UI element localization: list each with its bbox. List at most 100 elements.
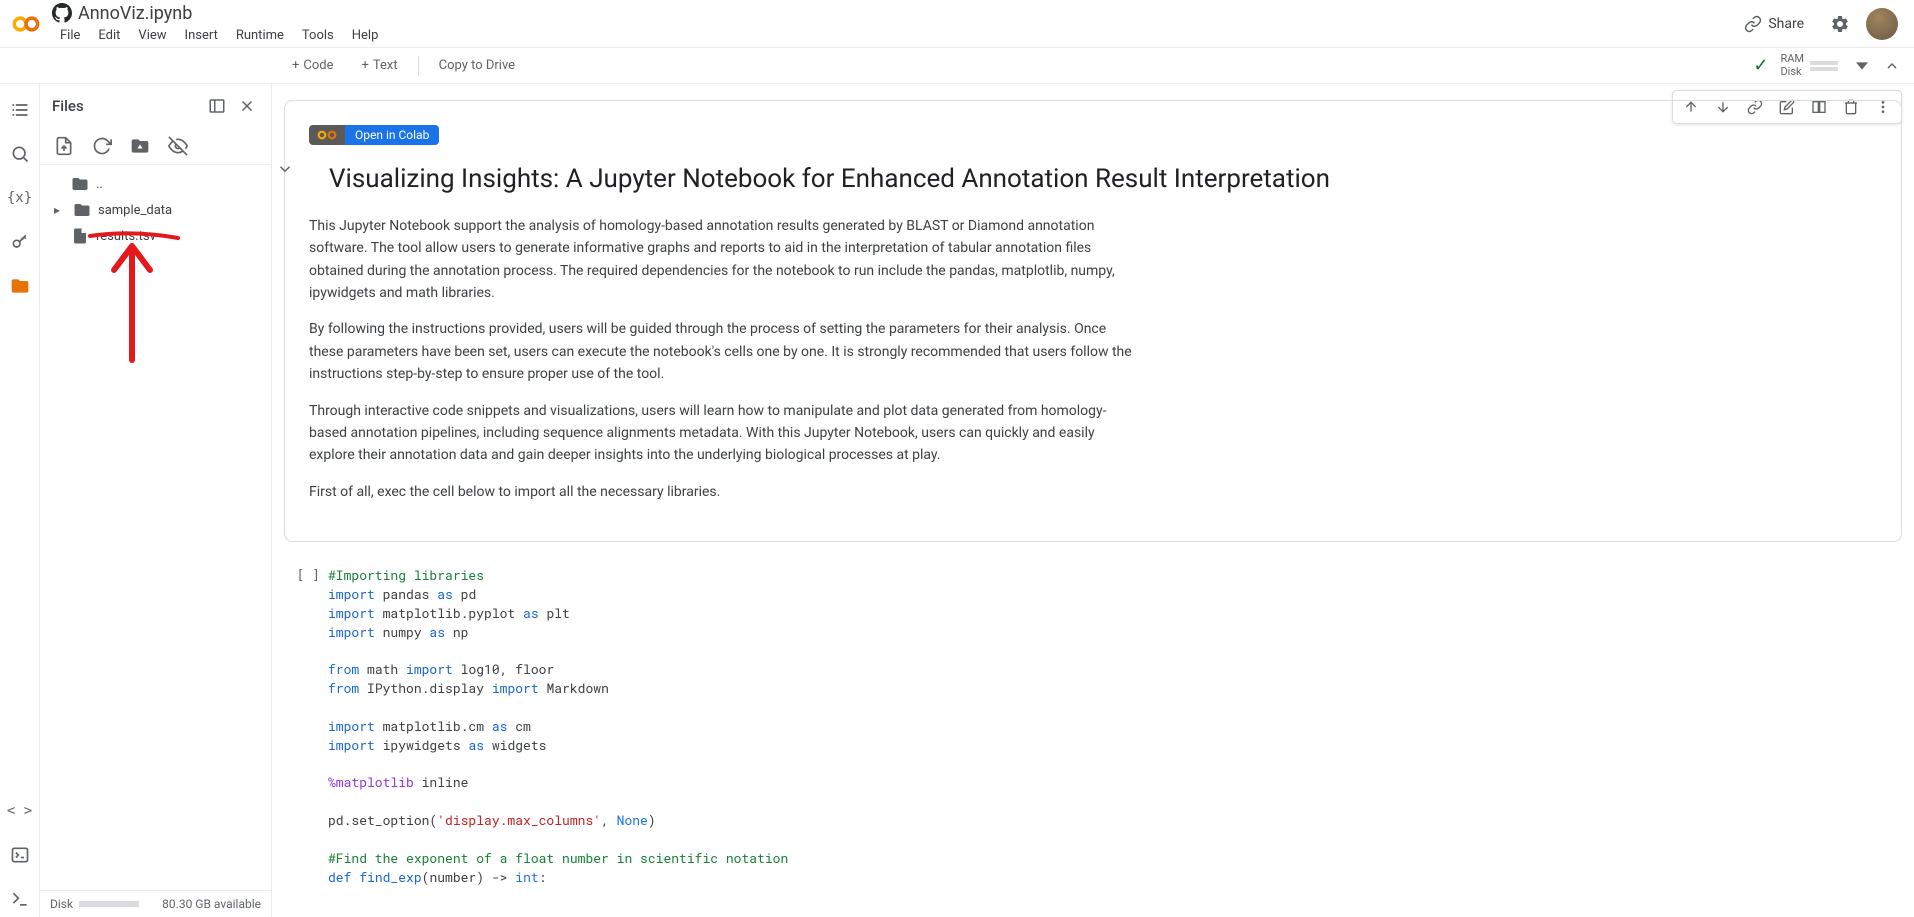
file-icon (70, 227, 90, 245)
secrets-button[interactable] (2, 224, 38, 260)
terminal-button[interactable] (2, 881, 38, 917)
share-button[interactable]: Share (1734, 9, 1814, 39)
gear-icon (1830, 14, 1850, 34)
text-label: Text (373, 58, 398, 73)
resource-bars (1810, 61, 1838, 71)
menu-bar: File Edit View Insert Runtime Tools Help (52, 26, 1734, 45)
open-in-colab-badge[interactable]: Open in Colab (309, 125, 439, 145)
execution-gutter[interactable]: [ ] (292, 566, 328, 894)
list-icon (10, 100, 30, 120)
chevron-up-icon (1884, 58, 1900, 74)
upload-file-button[interactable] (54, 136, 74, 156)
variables-button[interactable]: {x} (2, 180, 38, 216)
markdown-content: Visualizing Insights: A Jupyter Notebook… (309, 163, 1877, 503)
add-text-button[interactable]: + Text (354, 54, 406, 77)
folder-icon (70, 175, 90, 193)
connection-menu-button[interactable] (1850, 48, 1874, 84)
toolbar: + Code + Text Copy to Drive ✓ RAM Disk (0, 48, 1914, 84)
copy-drive-label: Copy to Drive (439, 58, 515, 73)
folder-icon (10, 276, 30, 296)
file-item-parent[interactable]: .. (40, 171, 271, 197)
refresh-button[interactable] (92, 136, 112, 156)
disk-available: 80.30 GB available (162, 897, 261, 911)
close-icon (238, 97, 256, 115)
menu-edit[interactable]: Edit (90, 26, 128, 45)
notebook-area[interactable]: Open in Colab Visualizing Insights: A Ju… (272, 84, 1914, 917)
settings-button[interactable] (1822, 6, 1858, 42)
chevron-down-icon (276, 160, 294, 178)
command-palette-button[interactable] (2, 837, 38, 873)
toc-button[interactable] (2, 92, 38, 128)
eye-off-icon (168, 136, 188, 156)
left-rail: {x} < > (0, 84, 40, 917)
file-label: .. (96, 177, 103, 192)
terminal-square-icon (10, 845, 30, 865)
colab-badge-text: Open in Colab (345, 125, 439, 145)
disk-label: Disk (1780, 66, 1804, 78)
drive-icon (130, 136, 150, 156)
key-icon (10, 232, 30, 252)
markdown-cell[interactable]: Open in Colab Visualizing Insights: A Ju… (284, 100, 1902, 542)
hide-files-button[interactable] (168, 136, 188, 156)
menu-runtime[interactable]: Runtime (228, 26, 292, 45)
terminal-icon (10, 889, 30, 909)
colab-logo[interactable] (8, 6, 44, 42)
files-button[interactable] (2, 268, 38, 304)
share-label: Share (1768, 16, 1804, 32)
menu-view[interactable]: View (130, 26, 174, 45)
code-cell[interactable]: [ ] #Importing libraries import pandas a… (284, 558, 1902, 894)
title-area: AnnoViz.ipynb File Edit View Insert Runt… (52, 3, 1734, 45)
markdown-p1: This Jupyter Notebook support the analys… (309, 215, 1139, 305)
code-snippets-button[interactable]: < > (2, 793, 38, 829)
braces-icon: {x} (7, 190, 32, 206)
search-icon (10, 144, 30, 164)
file-item-sample-data[interactable]: ▸ sample_data (40, 197, 271, 223)
notebook-title[interactable]: AnnoViz.ipynb (78, 3, 192, 24)
collapse-toolbar-button[interactable] (1878, 48, 1906, 84)
colab-badge-logo (309, 125, 345, 145)
connected-check-icon: ✓ (1753, 55, 1768, 76)
collapse-section-button[interactable] (273, 157, 297, 181)
markdown-p4: First of all, exec the cell below to imp… (309, 481, 1139, 503)
folder-icon (72, 201, 92, 219)
menu-file[interactable]: File (52, 26, 88, 45)
resources-button[interactable]: RAM Disk (1772, 49, 1846, 81)
caret-down-icon (1856, 60, 1868, 72)
link-icon (1744, 15, 1762, 33)
code-editor[interactable]: #Importing libraries import pandas as pd… (328, 566, 1902, 894)
code-icon: < > (7, 803, 32, 819)
user-avatar[interactable] (1866, 8, 1898, 40)
code-label: Code (303, 58, 333, 73)
github-icon (52, 3, 72, 23)
refresh-icon (92, 136, 112, 156)
files-panel: Files (40, 84, 272, 917)
upload-file-icon (54, 136, 74, 156)
add-code-button[interactable]: + Code (284, 54, 342, 77)
ram-label: RAM (1780, 53, 1804, 65)
markdown-p2: By following the instructions provided, … (309, 318, 1139, 385)
copy-to-drive-button[interactable]: Copy to Drive (431, 54, 523, 77)
file-label: sample_data (98, 203, 172, 218)
menu-help[interactable]: Help (344, 26, 387, 45)
close-panel-button[interactable] (235, 94, 259, 118)
file-tree: .. ▸ sample_data results.tsv (40, 165, 271, 890)
menu-insert[interactable]: Insert (177, 26, 226, 45)
divider (418, 56, 419, 76)
toggle-panel-button[interactable] (205, 94, 229, 118)
search-button[interactable] (2, 136, 38, 172)
menu-tools[interactable]: Tools (294, 26, 342, 45)
plus-icon: + (362, 58, 369, 73)
mount-drive-button[interactable] (130, 136, 150, 156)
file-label: results.tsv (96, 229, 156, 244)
expand-arrow-icon: ▸ (54, 203, 66, 217)
plus-icon: + (292, 58, 299, 73)
file-item-results[interactable]: results.tsv (40, 223, 271, 249)
markdown-p3: Through interactive code snippets and vi… (309, 400, 1139, 467)
disk-label: Disk (50, 897, 73, 911)
markdown-title: Visualizing Insights: A Jupyter Notebook… (309, 163, 1877, 197)
disk-usage: Disk 80.30 GB available (40, 890, 271, 917)
header: AnnoViz.ipynb File Edit View Insert Runt… (0, 0, 1914, 48)
files-toolbar (40, 128, 271, 165)
files-panel-title: Files (52, 97, 84, 115)
disk-bar (79, 901, 139, 907)
